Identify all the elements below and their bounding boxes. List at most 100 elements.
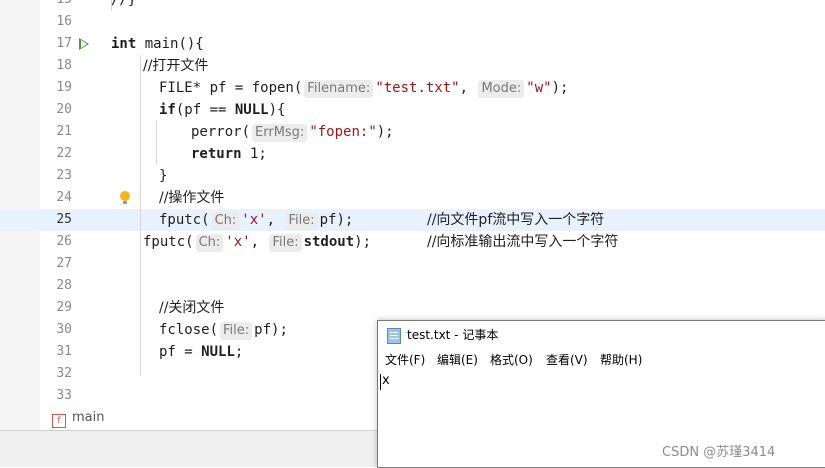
param-hint: Ch: <box>211 212 240 230</box>
string-literal: "test.txt" <box>375 80 460 96</box>
line-number: 17 <box>56 36 72 51</box>
param-hint: File: <box>285 212 318 230</box>
notepad-icon <box>387 328 401 344</box>
code-segment: pf = <box>159 344 202 360</box>
line-number: 33 <box>56 388 72 403</box>
indent-guide <box>156 121 157 165</box>
code-segment: ); <box>551 80 569 96</box>
line-number: 20 <box>56 102 72 117</box>
line-number: 30 <box>56 322 72 337</box>
code-line[interactable]: 19 FILE* pf = fopen(Filename: "test.txt",… <box>0 77 825 99</box>
keyword: NULL <box>234 102 269 118</box>
menu-file[interactable]: 文件(F) <box>385 349 425 371</box>
keyword: return <box>191 146 242 162</box>
line-number: 28 <box>56 278 72 293</box>
window-title: test.txt - 记事本 <box>407 328 499 342</box>
line-number: 32 <box>56 366 72 381</box>
line-number: 16 <box>56 14 72 29</box>
code-segment: ); <box>336 212 354 228</box>
indent-guide <box>111 0 112 11</box>
code-line[interactable]: 27 <box>0 253 825 275</box>
comment: //打开文件 <box>143 58 209 74</box>
code-line[interactable]: 26 fputc(Ch:'x', File: stdout); //向标准输出流中… <box>0 231 825 253</box>
code-text: fclose(File: pf); <box>159 319 288 341</box>
comment: //向文件pf流中写入一个字符 <box>427 212 605 228</box>
code-text: int main(){ <box>111 33 204 55</box>
breadcrumb[interactable]: f main <box>40 407 380 429</box>
keyword: int <box>111 36 137 52</box>
code-segment: fclose( <box>159 322 219 338</box>
keyword: if <box>159 102 176 118</box>
line-number: 29 <box>56 300 72 315</box>
line-number: 21 <box>56 124 72 139</box>
string-literal: "w" <box>526 80 552 96</box>
code-text: if(pf == NULL){ <box>159 99 285 121</box>
watermark: CSDN @苏瑾3414 <box>662 445 776 460</box>
code-text: fputc(Ch:'x', File: stdout); <box>143 231 371 253</box>
code-segment: main(){ <box>136 36 204 52</box>
line-number: 22 <box>56 146 72 161</box>
param-hint: Filename: <box>304 80 374 98</box>
code-line[interactable]: 16 <box>0 11 825 33</box>
function-icon: f <box>52 414 66 428</box>
param-hint: File: <box>269 234 302 252</box>
line-number: 23 <box>56 168 72 183</box>
notepad-titlebar[interactable]: test.txt - 记事本 <box>378 321 825 349</box>
code-line[interactable]: 29 //关闭文件 <box>0 297 825 319</box>
code-text: pf = NULL; <box>159 341 243 363</box>
menu-edit[interactable]: 编辑(E) <box>437 349 478 371</box>
breadcrumb-label: main <box>72 410 105 425</box>
keyword: stdout <box>303 234 355 250</box>
line-number: 25 <box>56 212 72 227</box>
code-line[interactable]: 20 if(pf == NULL){ <box>0 99 825 121</box>
code-line-current[interactable]: 25 fputc(Ch:'x', File: pf); //向文件pf流中写入一个… <box>0 209 825 231</box>
code-line[interactable]: 18 //打开文件 <box>0 55 825 77</box>
code-text: } <box>159 168 168 184</box>
text-caret <box>380 374 381 390</box>
string-literal: 'x' <box>241 212 267 228</box>
code-line[interactable]: 23 } <box>0 165 825 187</box>
code-text: //} <box>111 0 137 8</box>
code-line[interactable]: 24 //操作文件 <box>0 187 825 209</box>
string-literal: "fopen:" <box>309 124 377 140</box>
menu-format[interactable]: 格式(O) <box>490 349 533 371</box>
notepad-content: x <box>382 373 390 388</box>
line-number: 31 <box>56 344 72 359</box>
param-hint: File: <box>220 322 253 340</box>
indent-guide <box>140 55 141 375</box>
code-line[interactable]: 17 int main(){ <box>0 33 825 55</box>
line-number: 15 <box>40 0 72 11</box>
code-segment: ){ <box>268 102 286 118</box>
code-line[interactable]: 22 return 1; <box>0 143 825 165</box>
code-segment: pf <box>319 212 337 228</box>
code-segment: ); <box>271 322 288 338</box>
code-segment: , <box>459 80 477 96</box>
code-line[interactable]: 28 <box>0 275 825 297</box>
code-text: perror(ErrMsg: "fopen:"); <box>191 121 394 143</box>
keyword: NULL <box>201 344 235 360</box>
code-text: FILE* pf = fopen(Filename: "test.txt", Mo… <box>159 77 568 99</box>
code-segment: , <box>250 234 268 250</box>
code-segment: FILE* pf = fopen( <box>159 80 303 96</box>
line-number: 26 <box>56 234 72 249</box>
code-segment: perror( <box>191 124 251 140</box>
line-number: 24 <box>56 190 72 205</box>
param-hint: Ch: <box>195 234 224 252</box>
code-segment: fputc( <box>159 212 210 228</box>
menu-view[interactable]: 查看(V) <box>546 349 588 371</box>
menu-help[interactable]: 帮助(H) <box>600 349 642 371</box>
code-line[interactable]: 21 perror(ErrMsg: "fopen:"); <box>0 121 825 143</box>
string-literal: 'x' <box>225 234 251 250</box>
lightbulb-icon[interactable] <box>120 191 130 204</box>
code-text: fputc(Ch:'x', File: pf); <box>159 209 353 231</box>
code-segment: , <box>266 212 284 228</box>
code-line[interactable]: 15 //} <box>0 0 825 11</box>
code-segment: fputc( <box>143 234 194 250</box>
param-hint: ErrMsg: <box>252 124 308 142</box>
menu-bar: 文件(F) 编辑(E) 格式(O) 查看(V) 帮助(H) <box>378 349 825 371</box>
code-segment: ); <box>376 124 394 140</box>
comment: //向标准输出流中写入一个字符 <box>427 234 619 250</box>
run-icon[interactable] <box>79 38 89 50</box>
line-number: 27 <box>56 256 72 271</box>
line-number: 19 <box>56 80 72 95</box>
